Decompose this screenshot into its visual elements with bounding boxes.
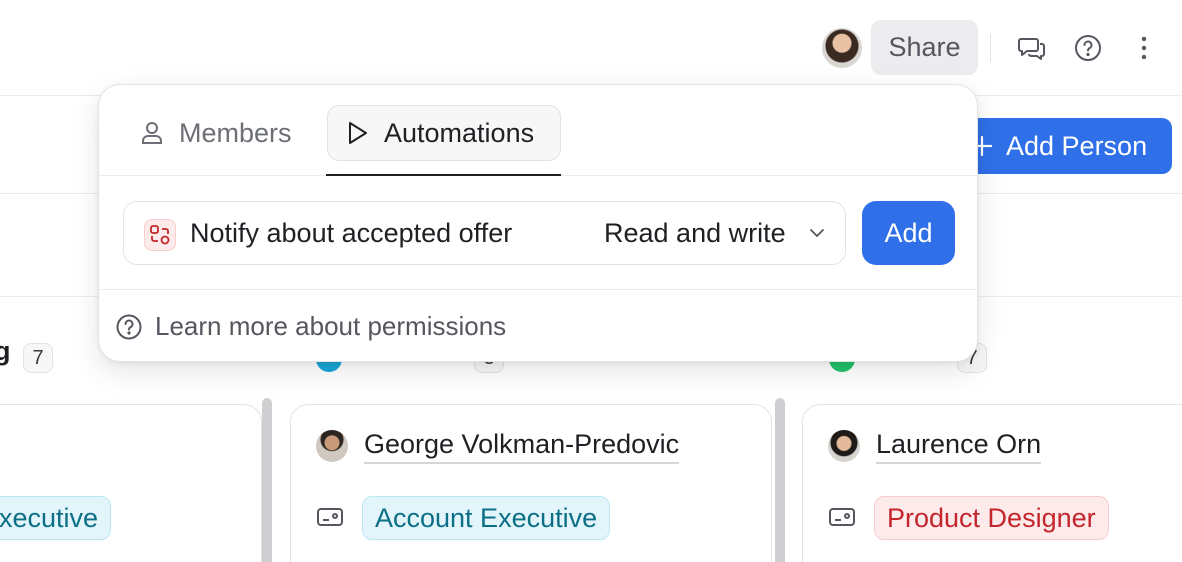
comment-icon[interactable]	[1017, 33, 1047, 63]
toolbar-divider	[990, 34, 991, 62]
scrollbar[interactable]	[262, 398, 272, 562]
avatar	[828, 430, 860, 462]
role-tag: Account Executive	[362, 496, 611, 540]
person-icon	[139, 120, 165, 146]
tab-label: Automations	[384, 117, 535, 148]
role-tag: xecutive	[0, 496, 112, 540]
automation-name: Notify about accepted offer	[190, 218, 513, 248]
column-count: 7	[23, 343, 53, 373]
permission-select[interactable]: Read and write	[604, 218, 786, 249]
share-button[interactable]: Share	[871, 20, 978, 75]
add-person-label: Add Person	[1006, 130, 1148, 161]
id-card-icon	[316, 505, 344, 529]
share-popover: Members Automations Notify about accepte…	[98, 84, 978, 362]
automation-icon	[144, 219, 176, 251]
add-button[interactable]: Add	[862, 201, 955, 265]
candidate-name[interactable]: George Volkman-Predovic	[364, 429, 680, 464]
current-user-avatar[interactable]	[822, 28, 862, 68]
help-icon[interactable]	[1073, 33, 1103, 63]
automation-row: Notify about accepted offer Read and wri…	[123, 201, 846, 265]
help-icon	[115, 313, 143, 341]
chevron-down-icon[interactable]	[808, 224, 826, 242]
tab-label: Members	[179, 117, 292, 148]
active-tab-indicator	[326, 174, 561, 176]
learn-more-link[interactable]: Learn more about permissions	[115, 311, 506, 342]
column-title: g	[0, 336, 11, 366]
more-icon[interactable]	[1129, 33, 1159, 63]
add-person-button[interactable]: Add Person	[948, 118, 1172, 174]
divider	[99, 289, 977, 290]
tab-automations[interactable]: Automations	[327, 105, 561, 161]
avatar	[316, 430, 348, 462]
tab-members[interactable]: Members	[139, 105, 292, 161]
id-card-icon	[828, 505, 856, 529]
play-icon	[346, 120, 370, 146]
top-bar	[0, 0, 1182, 96]
scrollbar[interactable]	[775, 398, 785, 562]
candidate-name[interactable]: Laurence Orn	[876, 429, 1042, 464]
role-tag: Product Designer	[874, 496, 1109, 540]
learn-more-label: Learn more about permissions	[155, 311, 507, 341]
